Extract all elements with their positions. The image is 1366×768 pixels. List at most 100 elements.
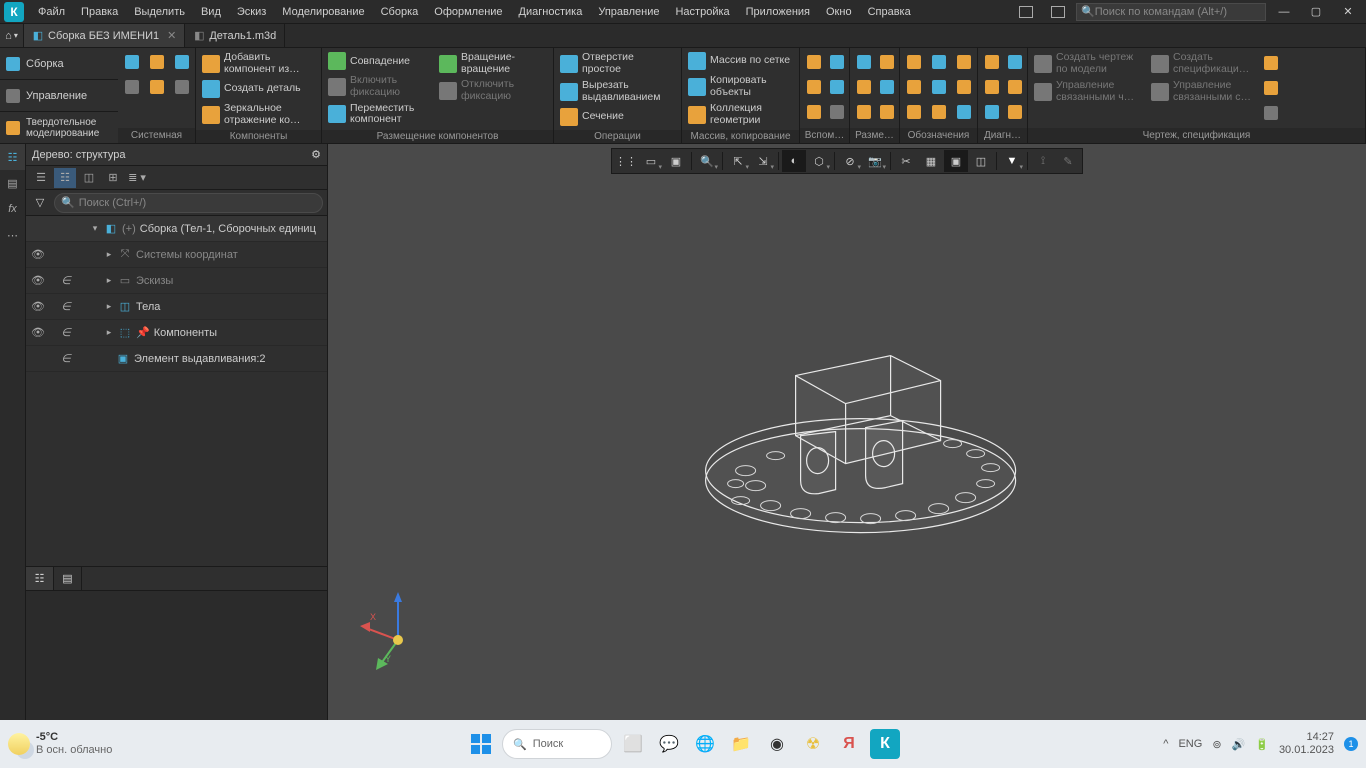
app-chrome[interactable]: ◉: [762, 729, 792, 759]
tree-node-coords[interactable]: 👁 ▸ ⤧ Системы координат: [26, 242, 327, 268]
include-toggle[interactable]: ∈: [54, 326, 78, 339]
gear-icon[interactable]: ⚙: [311, 148, 321, 161]
copy-objects-button[interactable]: Копировать объекты: [684, 73, 797, 100]
enable-fix-button[interactable]: Включить фиксацию: [324, 73, 434, 100]
menu-assembly[interactable]: Сборка: [373, 6, 427, 18]
rail-tree-icon[interactable]: ☷: [0, 144, 25, 170]
tree-node-extrusion[interactable]: ∈ ▣ Элемент выдавливания:2: [26, 346, 327, 372]
ann-btn-8[interactable]: [927, 100, 951, 124]
vt-shade-1[interactable]: ◐: [782, 150, 806, 172]
vt-stop[interactable]: ▣: [664, 150, 688, 172]
menu-window[interactable]: Окно: [818, 6, 860, 18]
axis-gizmo[interactable]: X Y: [358, 590, 438, 670]
menu-sketch[interactable]: Эскиз: [229, 6, 274, 18]
layout-icon-2[interactable]: [1044, 3, 1072, 21]
visibility-toggle[interactable]: 👁: [26, 300, 50, 313]
diag-btn-5[interactable]: [980, 100, 1004, 124]
bottom-tab-1[interactable]: ☷: [26, 567, 54, 590]
diag-btn-3[interactable]: [980, 75, 1004, 99]
visibility-toggle[interactable]: 👁: [26, 274, 50, 287]
taskbar-search[interactable]: 🔍Поиск: [502, 729, 612, 759]
vt-grip[interactable]: ⋮⋮: [614, 150, 638, 172]
create-part-button[interactable]: Создать деталь: [198, 78, 319, 100]
dim-btn-6[interactable]: [875, 100, 899, 124]
create-spec-button[interactable]: Создать спецификаци…: [1147, 50, 1263, 77]
app-hazard[interactable]: ☢: [798, 729, 828, 759]
rail-vars-icon[interactable]: fx: [0, 196, 25, 222]
vt-measure[interactable]: ⟟: [1031, 150, 1055, 172]
vt-tool-3[interactable]: ▣: [944, 150, 968, 172]
tray-chevron-icon[interactable]: ^: [1163, 738, 1168, 750]
ann-btn-1[interactable]: [902, 50, 926, 74]
redo-button[interactable]: [170, 75, 194, 99]
coincidence-button[interactable]: Совпадение: [324, 50, 434, 72]
tree-node-components[interactable]: 👁 ∈ ▸ ⬚ 📌 Компоненты: [26, 320, 327, 346]
menu-apps[interactable]: Приложения: [738, 6, 818, 18]
ann-btn-9[interactable]: [952, 100, 976, 124]
wifi-icon[interactable]: ⊚: [1212, 738, 1221, 751]
ann-btn-7[interactable]: [902, 100, 926, 124]
aux-btn-4[interactable]: [825, 75, 849, 99]
diag-btn-2[interactable]: [1003, 50, 1027, 74]
new-doc-button[interactable]: [120, 50, 144, 74]
mode-manage[interactable]: Управление: [0, 80, 118, 112]
include-toggle[interactable]: ∈: [54, 300, 78, 313]
rail-props-icon[interactable]: ▤: [0, 170, 25, 196]
extra-btn-3[interactable]: [1264, 106, 1286, 120]
hole-button[interactable]: Отверстие простое: [556, 50, 679, 77]
volume-icon[interactable]: 🔊: [1232, 738, 1246, 751]
layout-icon-1[interactable]: [1012, 3, 1040, 21]
vt-orient-1[interactable]: ⇱▾: [726, 150, 750, 172]
rotation-button[interactable]: Вращение-вращение: [435, 50, 545, 77]
menu-modeling[interactable]: Моделирование: [274, 6, 372, 18]
tree-view-5[interactable]: ≣ ▾: [126, 168, 148, 188]
dim-btn-5[interactable]: [852, 100, 876, 124]
tab-close-icon[interactable]: ✕: [167, 29, 176, 42]
tree-root[interactable]: ▾ ◧ (+) Сборка (Тел-1, Сборочных единиц: [26, 216, 327, 242]
task-view[interactable]: ⬜: [618, 729, 648, 759]
vt-hide[interactable]: ⊘▾: [838, 150, 862, 172]
notification-badge[interactable]: 1: [1344, 737, 1358, 751]
vt-tool-1[interactable]: ✂: [894, 150, 918, 172]
app-yandex[interactable]: Я: [834, 729, 864, 759]
window-maximize[interactable]: ▢: [1302, 3, 1330, 21]
dim-btn-3[interactable]: [852, 75, 876, 99]
home-tab[interactable]: ⌂▾: [0, 24, 24, 47]
add-component-button[interactable]: Добавить компонент из…: [198, 50, 319, 77]
battery-icon[interactable]: 🔋: [1255, 738, 1269, 751]
tab-assembly[interactable]: ◧ Сборка БЕЗ ИМЕНИ1 ✕: [24, 24, 185, 47]
vt-zoom[interactable]: 🔍▾: [695, 150, 719, 172]
print-button[interactable]: [120, 75, 144, 99]
menu-settings[interactable]: Настройка: [667, 6, 737, 18]
ann-btn-2[interactable]: [927, 50, 951, 74]
start-button[interactable]: [466, 729, 496, 759]
menu-diagnostics[interactable]: Диагностика: [511, 6, 591, 18]
command-search-input[interactable]: 🔍 Поиск по командам (Alt+/): [1076, 3, 1266, 21]
diag-btn-1[interactable]: [980, 50, 1004, 74]
diag-btn-6[interactable]: [1003, 100, 1027, 124]
extra-btn-1[interactable]: [1264, 56, 1286, 70]
vt-filter[interactable]: ▼▾: [1000, 150, 1024, 172]
ann-btn-4[interactable]: [902, 75, 926, 99]
menu-format[interactable]: Оформление: [426, 6, 510, 18]
mode-solid[interactable]: Твердотельное моделирование: [0, 112, 118, 143]
extra-btn-2[interactable]: [1264, 81, 1286, 95]
3d-viewport[interactable]: ⋮⋮ ▭▾ ▣ 🔍▾ ⇱▾ ⇲▾ ◐ ⬡▾ ⊘▾ 📷▾ ✂ ▦ ▣ ◫ ▼▾ ⟟…: [328, 144, 1366, 720]
ann-btn-6[interactable]: [952, 75, 976, 99]
mirror-component-button[interactable]: Зеркальное отражение ко…: [198, 101, 319, 128]
manage-specs-button[interactable]: Управление связанными с…: [1147, 78, 1263, 105]
tray-clock[interactable]: 14:27 30.01.2023: [1279, 731, 1334, 757]
visibility-toggle[interactable]: 👁: [26, 248, 50, 261]
aux-btn-3[interactable]: [802, 75, 826, 99]
disable-fix-button[interactable]: Отключить фиксацию: [435, 77, 545, 104]
tree-view-2[interactable]: ☷: [54, 168, 76, 188]
tree-node-sketches[interactable]: 👁 ∈ ▸ ▭ Эскизы: [26, 268, 327, 294]
ann-btn-5[interactable]: [927, 75, 951, 99]
save-button[interactable]: [170, 50, 194, 74]
open-button[interactable]: [145, 50, 169, 74]
dim-btn-4[interactable]: [875, 75, 899, 99]
geometry-collection-button[interactable]: Коллекция геометрии: [684, 101, 797, 128]
dim-btn-1[interactable]: [852, 50, 876, 74]
rail-more-icon[interactable]: ⋯: [0, 222, 25, 248]
include-toggle[interactable]: ∈: [54, 352, 78, 365]
